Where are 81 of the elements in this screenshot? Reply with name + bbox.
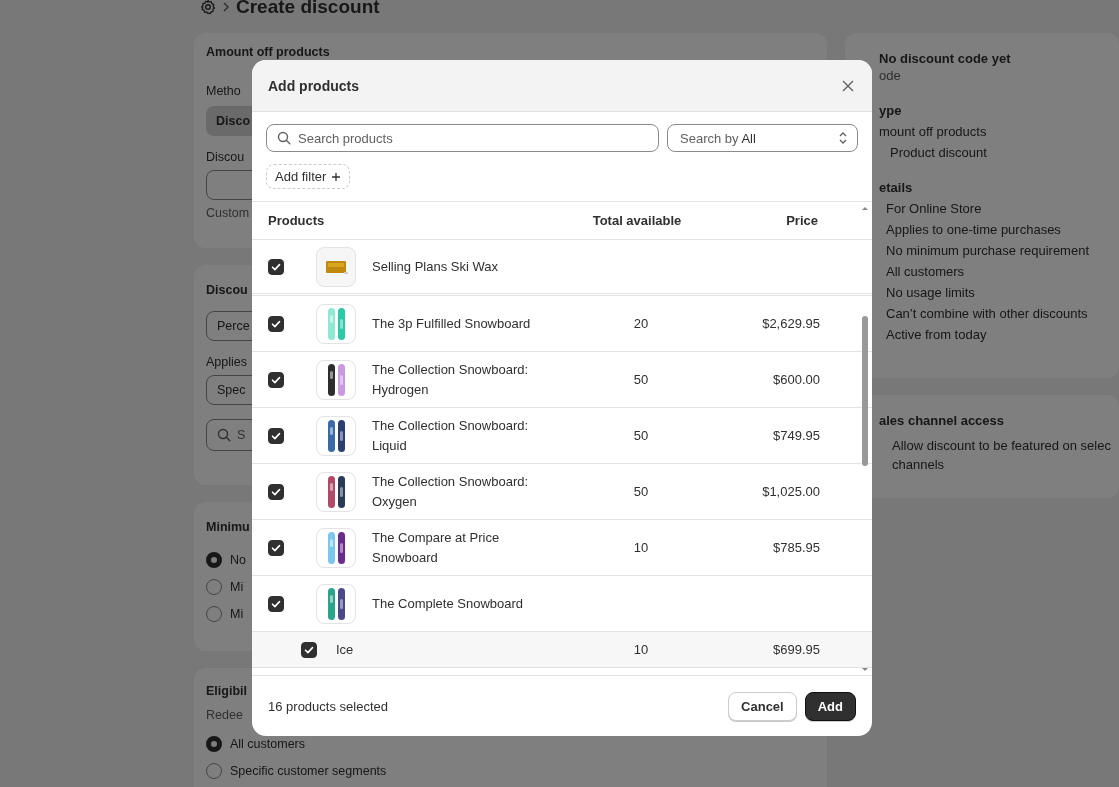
cancel-button[interactable]: Cancel (728, 691, 797, 721)
product-name: The Collection Snowboard: Oxygen (372, 472, 530, 511)
table-cell-text: 50 (632, 484, 650, 499)
add-filter-button[interactable]: Add filter (266, 164, 351, 189)
close-icon[interactable] (842, 79, 854, 92)
search-icon (277, 131, 291, 145)
section-heading: ales channel access (879, 413, 1005, 428)
radio-label: All customers (230, 737, 306, 751)
settings-icon[interactable] (200, 0, 216, 15)
section-heading: etails (879, 180, 913, 195)
add-button[interactable]: Add (804, 691, 856, 721)
search-by-select[interactable]: Search by All (667, 124, 858, 152)
summary-text: Product discount (889, 145, 987, 160)
checkbox[interactable] (268, 539, 284, 556)
summary-list-item: For Online Store (886, 201, 982, 216)
radio-button[interactable] (206, 763, 222, 779)
table-cell-text: 10 (632, 642, 650, 657)
table-cell-text: 50 (632, 428, 650, 443)
column-header: Products (268, 213, 326, 228)
card-title: Amount off products (206, 45, 330, 59)
summary-list-item: All customers (886, 264, 965, 279)
table-cell-text: $1,025.00 (761, 484, 820, 499)
column-header: Price (785, 213, 819, 228)
summary-list-item: No usage limits (886, 285, 975, 300)
field-label: Metho (206, 84, 241, 98)
summary-list-item: Can’t combine with other discounts (886, 306, 1088, 321)
table-cell-text: $2,629.95 (761, 316, 820, 331)
card-title: Eligibil (206, 684, 247, 698)
page-title: Create discount (236, 0, 380, 18)
table-cell-text: 10 (632, 540, 650, 555)
product-name: The Complete Snowboard (372, 594, 525, 613)
selection-count: 16 products selected (268, 698, 388, 714)
variant-name: Ice (336, 640, 355, 659)
table-cell-text: $749.95 (772, 428, 820, 443)
checkbox[interactable] (301, 641, 317, 658)
radio-label: Mi (230, 607, 244, 621)
summary-subtitle: ode (879, 68, 901, 83)
modal-title: Add products (268, 77, 359, 94)
checkbox-label: channels (891, 457, 945, 472)
column-header: Total available (591, 213, 683, 228)
chevron-right-icon (222, 2, 230, 12)
product-name: The 3p Fulfilled Snowboard (372, 314, 532, 333)
table-cell-text: 50 (632, 372, 650, 387)
summary-list-item: Applies to one-time purchases (886, 222, 1061, 237)
chevron-up-down-icon (839, 131, 847, 145)
radio-button[interactable] (206, 579, 222, 595)
table-cell-text: 20 (632, 316, 650, 331)
summary-text: mount off products (879, 124, 987, 139)
table-cell-text: $600.00 (772, 372, 820, 387)
checkbox[interactable] (268, 427, 284, 444)
radio-button[interactable] (206, 552, 222, 568)
search-field[interactable]: Search products (266, 124, 659, 152)
product-name: The Compare at Price Snowboard (372, 528, 501, 567)
card-title: Discou (206, 283, 248, 297)
section-heading: ype (879, 103, 902, 118)
search-icon (217, 428, 231, 442)
plus-icon (331, 171, 342, 182)
table-cell-text: $785.95 (772, 540, 820, 555)
table-cell-text: $699.95 (772, 642, 820, 657)
checkbox[interactable] (268, 258, 284, 275)
checkbox[interactable] (268, 483, 284, 500)
summary-list-item: Active from today (886, 327, 987, 342)
product-name: Selling Plans Ski Wax (372, 257, 499, 276)
checkbox-label: Allow discount to be featured on selec (891, 438, 1111, 453)
radio-label: No (230, 553, 246, 567)
checkbox[interactable] (268, 315, 284, 332)
summary-list-item: No minimum purchase requirement (886, 243, 1090, 258)
field-label: Discou (206, 150, 245, 164)
card-title: Minimu (206, 520, 250, 534)
radio-label: Specific customer segments (230, 764, 387, 778)
summary-title: No discount code yet (879, 51, 1011, 66)
product-name: The Collection Snowboard: Liquid (372, 416, 530, 455)
field-label: Applies (206, 355, 247, 369)
radio-button[interactable] (206, 736, 222, 752)
radio-button[interactable] (206, 606, 222, 622)
radio-label: Mi (230, 580, 244, 594)
product-name: The Collection Snowboard: Hydrogen (372, 360, 530, 399)
checkbox[interactable] (268, 371, 284, 388)
checkbox[interactable] (268, 595, 284, 612)
help-text: Custom (206, 206, 250, 220)
field-label: Redee (206, 708, 243, 722)
